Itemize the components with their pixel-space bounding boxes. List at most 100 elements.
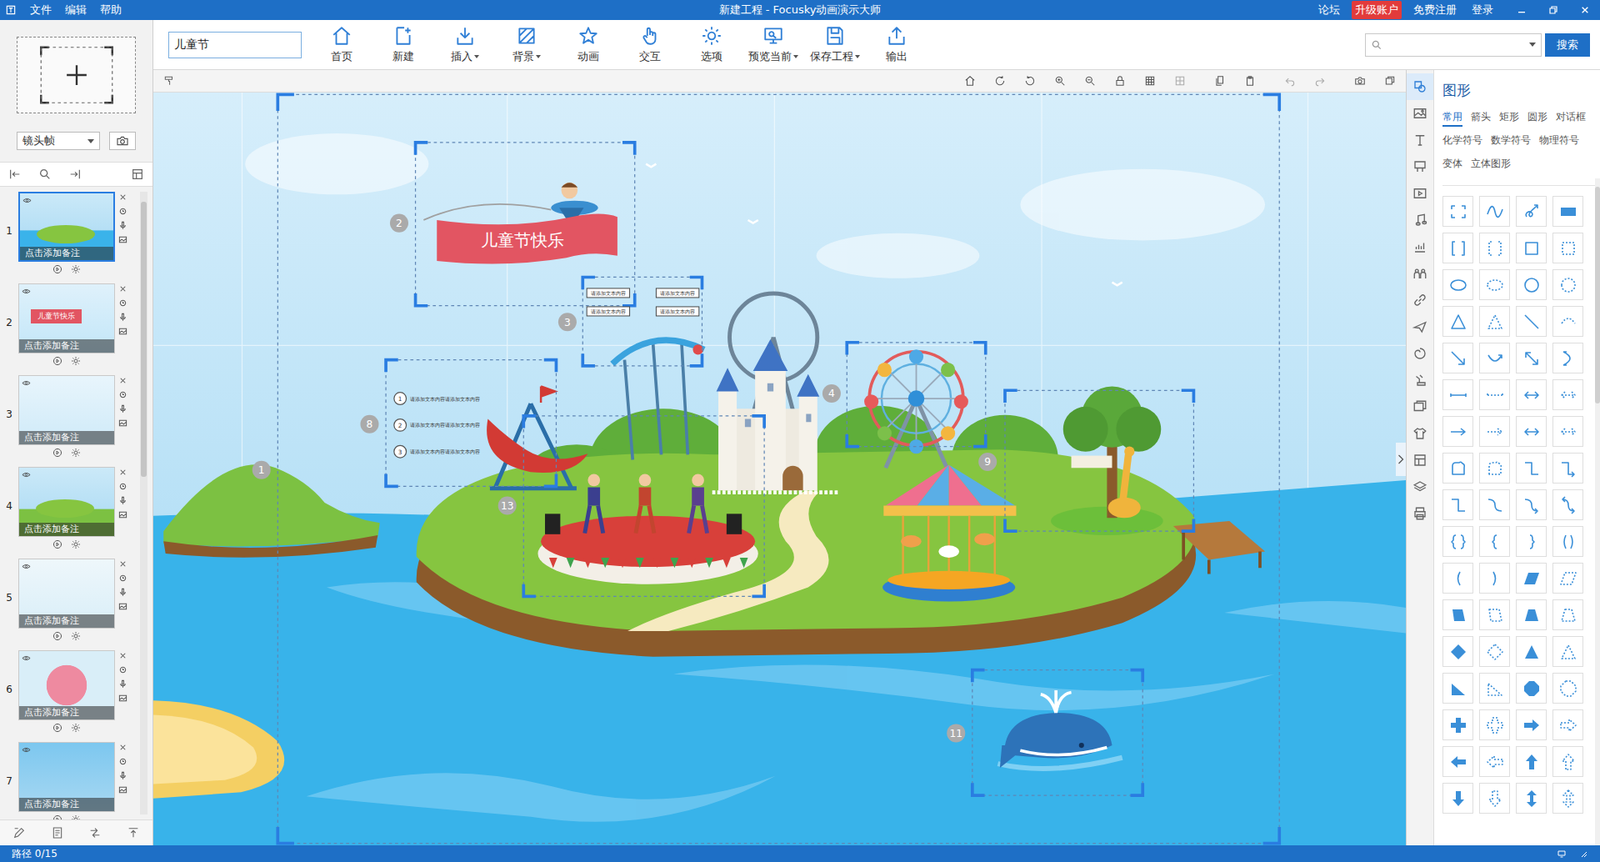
frame-outline[interactable] — [846, 342, 985, 447]
frame-action-icon[interactable] — [118, 559, 128, 569]
frame-corner[interactable] — [582, 276, 702, 365]
canvas-tool-icon[interactable] — [1314, 75, 1326, 87]
account-link[interactable]: 登录 — [1468, 0, 1497, 20]
frame-thumbnail[interactable]: 点击添加备注 — [18, 650, 115, 720]
frame-tool-icon[interactable] — [8, 167, 22, 181]
frame-marker[interactable] — [498, 496, 517, 515]
resource-tab[interactable] — [1406, 286, 1434, 314]
shape-category-tab[interactable]: 常用 — [1442, 108, 1463, 127]
shape-item[interactable] — [1479, 745, 1510, 777]
canvas-tool-icon[interactable] — [1214, 75, 1226, 87]
canvas-tool-icon[interactable] — [1284, 75, 1296, 87]
frame-action-icon[interactable] — [118, 220, 128, 230]
shape-item[interactable] — [1552, 745, 1584, 777]
shape-item[interactable] — [1442, 709, 1474, 740]
canvas-tool-icon[interactable] — [1054, 75, 1066, 87]
canvas-tool-icon[interactable] — [1024, 75, 1036, 87]
play-icon[interactable] — [52, 814, 63, 820]
frame-action-icon[interactable] — [118, 284, 128, 294]
frame-action-icon[interactable] — [118, 785, 128, 795]
canvas-tool-icon[interactable] — [1174, 75, 1186, 87]
path-frame[interactable]: 9 — [978, 390, 1194, 531]
restore-icon[interactable] — [1546, 3, 1560, 17]
frame-action-icon[interactable] — [118, 298, 128, 308]
shape-item[interactable] — [1515, 452, 1547, 484]
shape-item[interactable] — [1515, 599, 1547, 630]
gear-icon[interactable] — [70, 264, 81, 275]
frame-marker[interactable] — [822, 384, 841, 403]
search-button[interactable]: 搜索 — [1545, 33, 1590, 57]
frame-corner[interactable] — [846, 342, 985, 447]
status-icon[interactable] — [1556, 848, 1567, 859]
toolbar-button[interactable]: 背景 — [496, 25, 557, 65]
shape-item[interactable] — [1479, 415, 1510, 447]
close-icon[interactable] — [1578, 3, 1592, 17]
frame-thumbnail[interactable]: 儿童节快乐点击添加备注 — [18, 283, 115, 354]
frame-action-icon[interactable] — [118, 467, 128, 477]
toolbar-button[interactable]: 首页 — [311, 25, 372, 65]
note-label[interactable]: 点击添加备注 — [19, 614, 115, 628]
shape-item[interactable] — [1479, 489, 1510, 520]
frame-action-icon[interactable] — [118, 693, 128, 703]
play-icon[interactable] — [52, 722, 63, 733]
note-label[interactable]: 点击添加备注 — [19, 797, 115, 811]
toolbar-button[interactable]: 保存工程 — [805, 25, 865, 65]
play-icon[interactable] — [52, 447, 63, 458]
gear-icon[interactable] — [70, 447, 81, 458]
play-icon[interactable] — [52, 539, 63, 550]
shape-item[interactable] — [1479, 562, 1510, 594]
shape-item[interactable] — [1552, 452, 1584, 484]
scrollbar[interactable] — [1595, 178, 1600, 845]
shape-item[interactable] — [1552, 562, 1584, 594]
frame-corner[interactable] — [1005, 390, 1194, 531]
eye-icon[interactable] — [21, 470, 31, 480]
shape-category-tab[interactable]: 物理符号 — [1539, 131, 1580, 150]
shape-item[interactable] — [1552, 782, 1584, 814]
account-link[interactable]: 免费注册 — [1410, 0, 1460, 20]
frame-item[interactable]: 2儿童节快乐点击添加备注 — [0, 283, 153, 375]
frame-action-icon[interactable] — [118, 650, 128, 660]
shape-item[interactable] — [1515, 782, 1547, 814]
shape-item[interactable] — [1442, 599, 1474, 630]
shape-category-tab[interactable]: 变体 — [1442, 155, 1463, 174]
frame-action-icon[interactable] — [118, 390, 128, 400]
footer-tool-icon[interactable] — [12, 825, 26, 840]
shape-item[interactable] — [1479, 635, 1510, 667]
frame-action-icon[interactable] — [118, 665, 128, 675]
shape-item[interactable] — [1515, 709, 1547, 740]
frame-marker[interactable] — [252, 460, 271, 480]
toolbar-button[interactable]: 动画 — [558, 25, 619, 65]
shape-item[interactable] — [1442, 562, 1474, 594]
frame-corner[interactable] — [523, 415, 765, 597]
search-field[interactable] — [1365, 33, 1542, 57]
frame-action-icon[interactable] — [118, 312, 128, 322]
shape-item[interactable] — [1552, 599, 1584, 630]
project-name-field[interactable]: 儿童节 — [168, 31, 302, 59]
shape-item[interactable] — [1479, 672, 1510, 704]
resource-tab[interactable] — [1406, 500, 1434, 527]
shape-item[interactable] — [1479, 305, 1510, 337]
add-frame-button[interactable] — [16, 36, 136, 114]
shape-item[interactable] — [1479, 452, 1510, 484]
toolbar-button[interactable]: 输出 — [866, 25, 927, 65]
shape-item[interactable] — [1479, 269, 1510, 300]
frame-marker[interactable] — [390, 214, 409, 233]
shape-item[interactable] — [1515, 415, 1547, 447]
dropdown-caret-icon[interactable] — [474, 55, 480, 59]
eye-icon[interactable] — [21, 653, 31, 663]
gear-icon[interactable] — [70, 814, 81, 820]
frame-tool-icon[interactable] — [38, 167, 52, 181]
shape-item[interactable] — [1515, 562, 1547, 594]
frame-outline[interactable] — [277, 94, 1280, 843]
gear-icon[interactable] — [70, 355, 81, 366]
frame-tool-icon[interactable] — [68, 167, 82, 181]
shape-item[interactable] — [1442, 635, 1474, 667]
eye-icon[interactable] — [22, 195, 32, 205]
shape-item[interactable] — [1442, 525, 1474, 557]
frame-action-icon[interactable] — [118, 573, 128, 583]
frame-action-icon[interactable] — [118, 481, 128, 491]
dropdown-caret-icon[interactable] — [535, 55, 541, 59]
frame-type-dropdown[interactable]: 镜头帧 — [16, 131, 100, 150]
path-frame[interactable]: 1 — [252, 94, 1280, 843]
eye-icon[interactable] — [21, 745, 31, 755]
